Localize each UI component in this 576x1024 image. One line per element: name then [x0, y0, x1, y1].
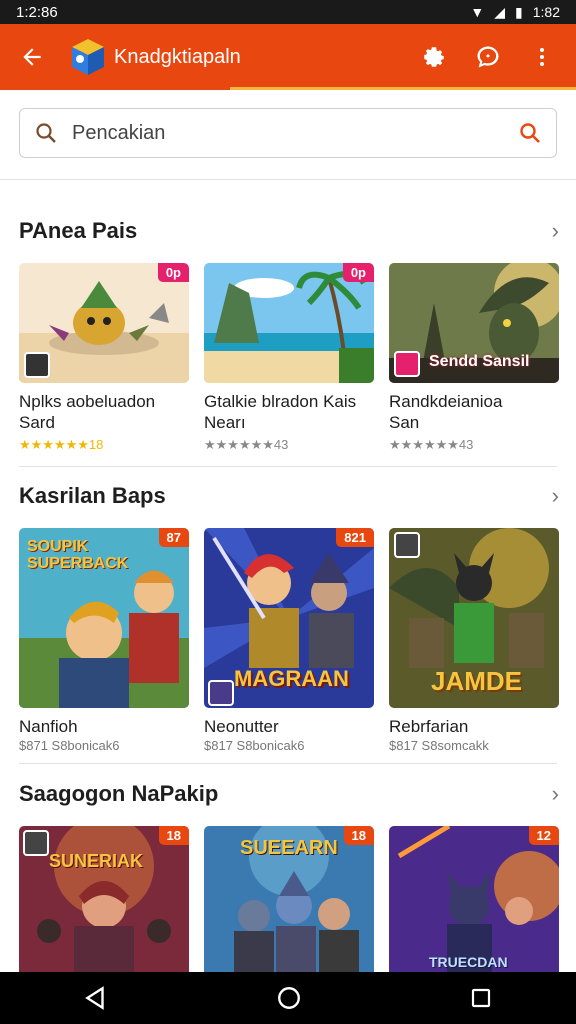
- app-title: Knadgktiapaln: [114, 45, 241, 68]
- section-header-3[interactable]: Saagogon NaPakip ›: [19, 774, 559, 814]
- system-nav-bar: [0, 972, 576, 1024]
- app-title: Rebrfarian: [389, 717, 469, 736]
- badge: 0p: [157, 263, 189, 282]
- more-button[interactable]: [520, 35, 564, 79]
- section-title: PAnea Pais: [19, 218, 138, 243]
- app-title: Nanfioh: [19, 717, 78, 736]
- overlay-title: Sendd Sansil: [429, 353, 530, 370]
- battery-icon: ▮: [515, 3, 523, 20]
- settings-button[interactable]: [412, 35, 456, 79]
- app-subtitle: $817 S8bonicak6: [204, 738, 305, 753]
- app-thumbnail: SUEEARN 18: [204, 826, 374, 972]
- back-button[interactable]: [12, 37, 52, 77]
- overlay-title: SUNERIAK: [49, 851, 144, 871]
- overlay-title: MAGRAAN: [234, 666, 349, 691]
- status-bar: 1:2:86 ▼ ◢ ▮ 1:82: [0, 0, 576, 24]
- app-subtitle: $871 S8bonicak6: [19, 738, 120, 753]
- app-thumbnail: 0p: [204, 263, 374, 383]
- app-title-line1: Nplks aobeluadon: [19, 392, 156, 411]
- chevron-right-icon: ›: [551, 781, 559, 806]
- app-title-line2: Nearı: [204, 413, 246, 432]
- chevron-right-icon: ›: [551, 218, 559, 243]
- app-thumbnail: 0p: [19, 263, 189, 383]
- section-header-1[interactable]: PAnea Pais ›: [19, 211, 559, 251]
- app-title-line2: San: [389, 413, 420, 432]
- wifi-icon: ▼: [470, 4, 485, 20]
- app-icon: [394, 532, 420, 558]
- app-icon: [208, 680, 234, 706]
- chevron-right-icon: ›: [551, 483, 559, 508]
- section-header-2[interactable]: Kasrilan Baps ›: [19, 476, 559, 516]
- app-title: Neonutter: [204, 717, 279, 736]
- back-nav-icon[interactable]: [83, 985, 109, 1011]
- app-icon: [23, 830, 49, 856]
- overlay-title: SUEEARN: [240, 837, 338, 859]
- back-arrow-icon: [23, 48, 41, 66]
- app-thumbnail: JAMDE: [389, 528, 559, 708]
- app-logo: [70, 37, 106, 77]
- section-title: Saagogon NaPakip: [19, 781, 219, 806]
- search-icon: [36, 123, 56, 143]
- search-submit-icon[interactable]: [518, 121, 542, 145]
- badge: 18: [158, 826, 189, 845]
- app-title-line1: Gtalkie blradon Kais: [204, 392, 357, 411]
- app-thumbnail: SOUPIK SUPERBACK 87: [19, 528, 189, 708]
- overlay-title: JAMDE: [431, 666, 523, 696]
- rating-stars: ★★★★★★18: [19, 437, 104, 452]
- status-time: 1:2:86: [16, 3, 58, 21]
- app-thumbnail: TRUECDAN 12: [389, 826, 559, 972]
- recents-nav-icon[interactable]: [469, 986, 493, 1010]
- status-clock: 1:82: [532, 4, 560, 20]
- search-input[interactable]: Pencakian: [19, 108, 557, 158]
- section-title: Kasrilan Baps: [19, 483, 166, 508]
- divider: [19, 763, 557, 764]
- app-bar: Knadgktiapaln: [0, 24, 576, 90]
- app-title-line2: Sard: [19, 413, 55, 432]
- badge: 821: [336, 528, 374, 547]
- status-icons: ▼ ◢ ▮ 1:82: [470, 4, 560, 21]
- app-thumbnail: Sendd Sansil: [389, 263, 559, 383]
- gear-icon: [424, 47, 444, 67]
- search-area: Pencakian: [0, 90, 576, 180]
- app-thumbnail: SUNERIAK 18: [19, 826, 189, 972]
- badge: 87: [158, 528, 189, 547]
- badge: 12: [528, 826, 559, 845]
- more-vert-icon: [540, 48, 544, 66]
- music-icon: [24, 352, 50, 378]
- app-thumbnail: MAGRAAN 821: [204, 528, 374, 708]
- overlay-title: SOUPIK SUPERBACK: [27, 538, 129, 572]
- signal-icon: ◢: [494, 3, 506, 20]
- rating-stars: ★★★★★★43: [204, 437, 289, 452]
- app-icon: [394, 351, 420, 377]
- overlay-title: TRUECDAN: [429, 954, 508, 970]
- badge: 18: [343, 826, 374, 845]
- home-nav-icon[interactable]: [276, 985, 302, 1011]
- app-title-line1: Randkdeianioa: [389, 392, 503, 411]
- rating-stars: ★★★★★★43: [389, 437, 474, 452]
- chat-icon: [477, 46, 499, 68]
- search-placeholder: Pencakian: [72, 121, 166, 144]
- badge: 0p: [342, 263, 374, 282]
- divider: [19, 466, 557, 467]
- app-subtitle: $817 S8somcakk: [389, 738, 489, 753]
- chat-button[interactable]: [466, 35, 510, 79]
